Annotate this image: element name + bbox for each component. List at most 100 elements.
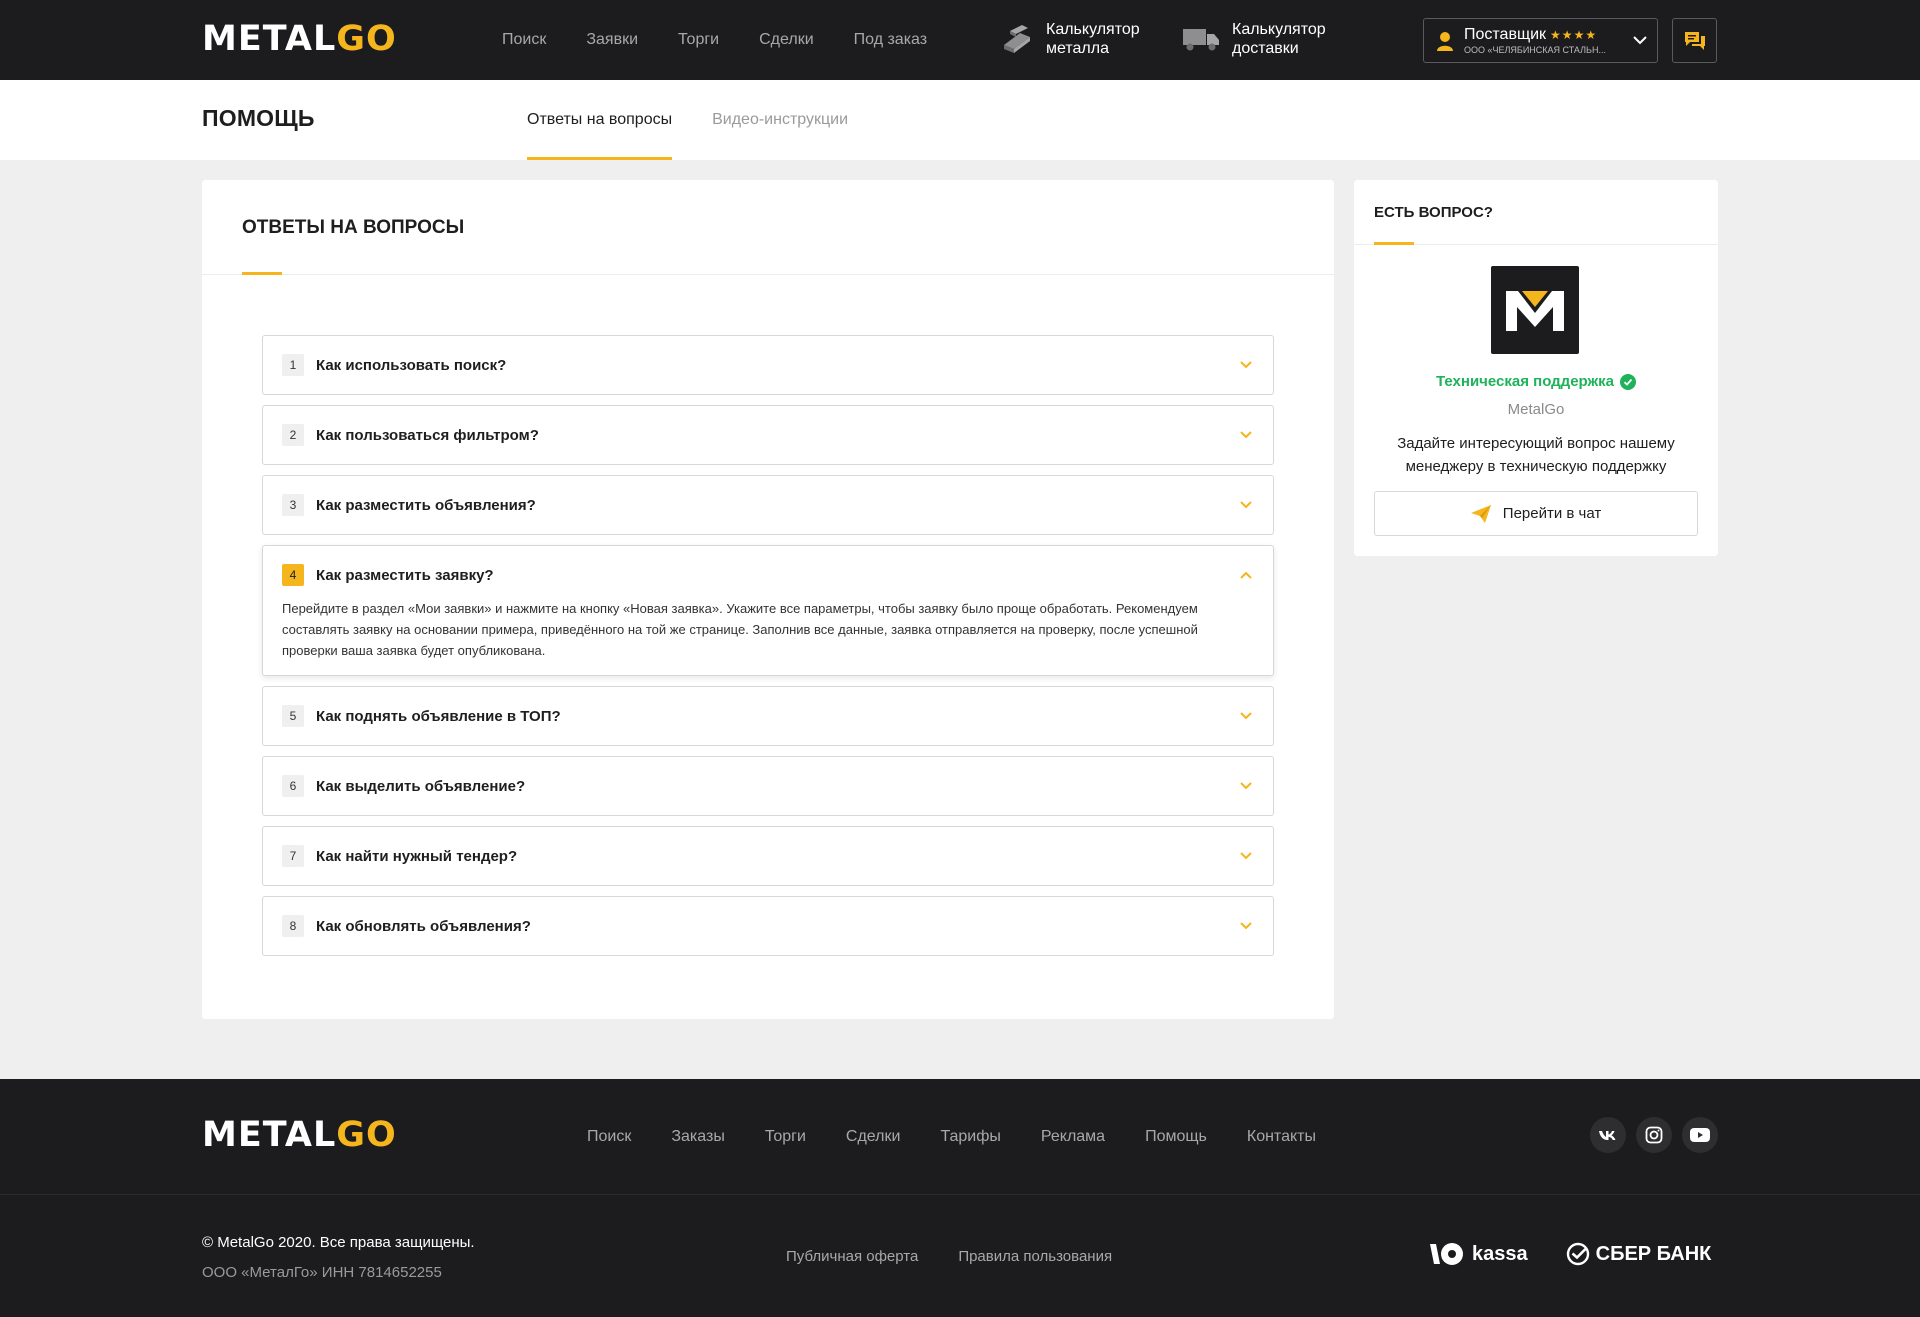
title-accent-line [242,272,282,275]
support-card: ЕСТЬ ВОПРОС? Техническая поддержка Metal… [1354,180,1718,556]
page-header: ПОМОЩЬ Ответы на вопросы Видео-инструкци… [0,80,1920,160]
user-company: ООО «ЧЕЛЯБИНСКАЯ СТАЛЬН... [1464,44,1606,55]
chevron-down-icon [1237,707,1255,725]
support-avatar-logo [1491,266,1579,354]
go-to-chat-label: Перейти в чат [1502,505,1602,522]
faq-question: Как использовать поиск? [316,356,507,374]
faq-question: Как найти нужный тендер? [316,847,518,865]
chevron-up-icon [1237,566,1255,584]
footer: METAL GO Поиск Заказы Торги Сделки Тарифы… [0,1079,1920,1317]
footer-link-deals[interactable]: Сделки [846,1128,901,1146]
go-to-chat-button[interactable]: Перейти в чат [1374,491,1698,536]
nav-search[interactable]: Поиск [502,31,546,49]
support-description: Задайте интересующий вопрос нашему менед… [1397,435,1675,475]
faq-card: ОТВЕТЫ НА ВОПРОСЫ 1 Как использовать пои… [202,180,1334,1019]
nav-auctions[interactable]: Торги [678,31,719,49]
chevron-down-icon [1237,356,1255,374]
public-offer-link[interactable]: Публичная оферта [786,1248,918,1265]
user-role: Поставщик [1464,25,1547,43]
chevron-down-icon [1633,36,1647,45]
faq-question: Как пользоваться фильтром? [316,426,539,444]
rating-stars: ★★★★ [1550,27,1598,42]
faq-number: 2 [282,424,304,446]
sberbank-text: СБЕР БАНК [1595,1242,1712,1265]
user-account-dropdown[interactable]: Поставщик ★★★★ ООО «ЧЕЛЯБИНСКАЯ СТАЛЬН... [1423,18,1658,63]
truck-icon [1183,29,1219,51]
footer-link-orders[interactable]: Заказы [671,1128,724,1146]
instagram-icon[interactable] [1636,1117,1672,1153]
help-tabs: Ответы на вопросы Видео-инструкции [527,80,888,160]
kassa-text: kassa [1472,1242,1528,1265]
faq-number: 1 [282,354,304,376]
support-company: MetalGo [1507,401,1565,418]
faq-question: Как выделить объявление? [316,777,526,795]
nav-custom-order[interactable]: Под заказ [854,31,927,49]
faq-answer: Перейдите в раздел «Мои заявки» и нажмит… [282,601,1198,658]
nav-deals[interactable]: Сделки [759,31,814,49]
faq-accordion: 1 Как использовать поиск? 2 Как пользова… [262,335,1274,966]
payment-logos: kassa СБЕР БАНК [1430,1242,1711,1266]
footer-link-search[interactable]: Поиск [587,1128,631,1146]
faq-number: 5 [282,705,304,727]
faq-number: 4 [282,564,304,586]
faq-item-1[interactable]: 1 Как использовать поиск? [262,335,1274,395]
faq-item-4[interactable]: 4 Как разместить заявку? Перейдите в раз… [262,545,1274,676]
chevron-down-icon [1237,496,1255,514]
title-accent-line [1374,242,1414,245]
delivery-calculator-line1: Калькулятор [1232,21,1326,38]
faq-title: ОТВЕТЫ НА ВОПРОСЫ [242,217,465,238]
nav-requests[interactable]: Заявки [586,31,638,49]
footer-link-contacts[interactable]: Контакты [1247,1128,1316,1146]
faq-item-3[interactable]: 3 Как разместить объявления? [262,475,1274,535]
vk-icon[interactable] [1590,1117,1626,1153]
metal-calculator-link[interactable]: Калькулятор металла [1000,20,1140,58]
tab-faq[interactable]: Ответы на вопросы [527,80,673,160]
faq-item-2[interactable]: 2 Как пользоваться фильтром? [262,405,1274,465]
sberbank-icon [1566,1242,1589,1266]
page-title: ПОМОЩЬ [202,105,315,131]
footer-legal-links: Публичная оферта Правила пользования [786,1248,1152,1265]
faq-item-7[interactable]: 7 Как найти нужный тендер? [262,826,1274,886]
sberbank-logo: СБЕР БАНК [1566,1242,1712,1266]
faq-number: 8 [282,915,304,937]
yoomoney-icon [1430,1243,1463,1265]
footer-link-auctions[interactable]: Торги [765,1128,806,1146]
paper-plane-icon [1470,504,1491,523]
metal-beam-icon [1004,25,1030,53]
chevron-down-icon [1237,777,1255,795]
faq-item-5[interactable]: 5 Как поднять объявление в ТОП? [262,686,1274,746]
footer-metalgo-logo[interactable]: METAL GO [202,1118,397,1153]
metal-calculator-line2: металла [1046,40,1109,57]
delivery-calculator-link[interactable]: Калькулятор доставки [1182,20,1326,58]
verified-check-icon [1620,373,1636,390]
footer-link-help[interactable]: Помощь [1145,1128,1207,1146]
company-legal-info: ООО «МеталГо» ИНН 7814652255 [202,1264,442,1281]
footer-link-tariffs[interactable]: Тарифы [940,1128,1000,1146]
terms-of-use-link[interactable]: Правила пользования [958,1248,1112,1265]
support-name: Техническая поддержка [1435,373,1614,390]
faq-question: Как разместить заявку? [316,566,494,584]
faq-number: 7 [282,845,304,867]
delivery-calculator-line2: доставки [1232,40,1299,57]
faq-item-6[interactable]: 6 Как выделить объявление? [262,756,1274,816]
chevron-down-icon [1237,917,1255,935]
faq-question: Как поднять объявление в ТОП? [316,707,561,725]
chevron-down-icon [1237,847,1255,865]
tab-video-instructions[interactable]: Видео-инструкции [712,80,848,160]
main-nav: Поиск Заявки Торги Сделки Под заказ [502,0,967,80]
user-icon [1437,31,1453,51]
footer-link-ads[interactable]: Реклама [1041,1128,1105,1146]
metal-calculator-line1: Калькулятор [1046,21,1140,38]
chevron-down-icon [1237,426,1255,444]
chat-bubbles-icon [1684,31,1705,50]
metalgo-logo[interactable]: METAL GO [202,22,397,57]
faq-number: 3 [282,494,304,516]
metalgo-m-logo-icon [1506,291,1564,331]
messages-button[interactable] [1672,18,1717,63]
faq-question: Как разместить объявления? [316,496,536,514]
footer-divider [0,1194,1920,1195]
support-card-title: ЕСТЬ ВОПРОС? [1374,204,1493,221]
faq-item-8[interactable]: 8 Как обновлять объявления? [262,896,1274,956]
youtube-icon[interactable] [1682,1117,1718,1153]
faq-question: Как обновлять объявления? [316,917,531,935]
